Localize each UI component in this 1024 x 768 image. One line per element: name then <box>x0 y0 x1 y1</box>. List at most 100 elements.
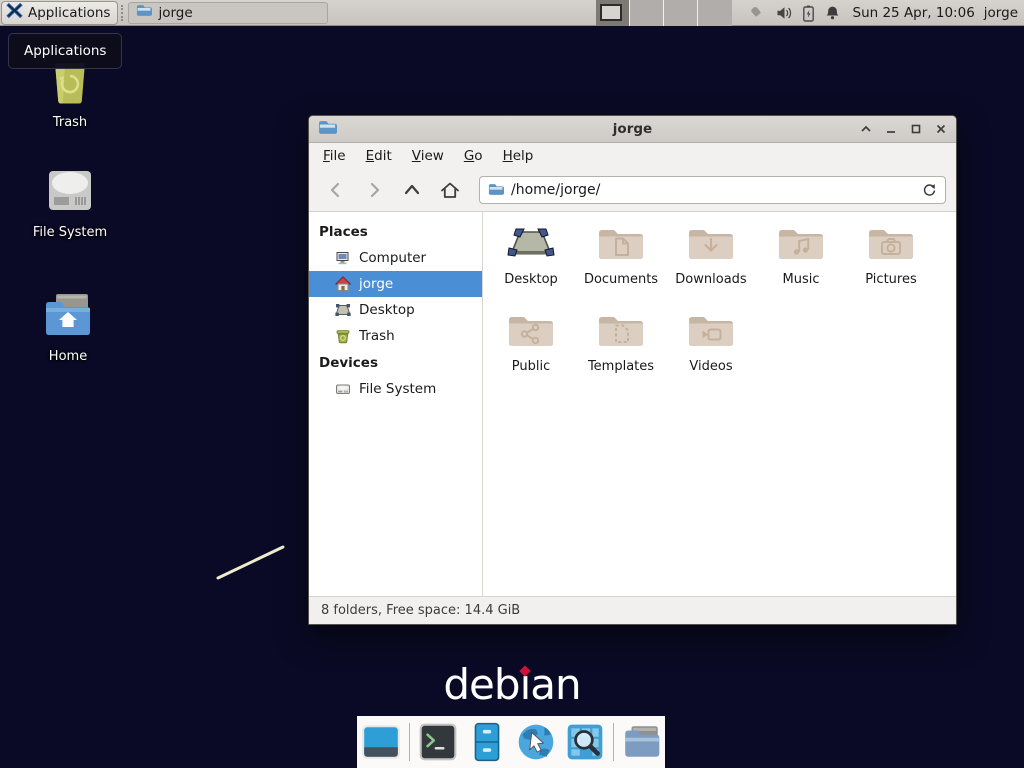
file-item-pictures[interactable]: Pictures <box>850 224 932 287</box>
panel-right-cluster: Sun 25 Apr, 10:06 jorge <box>596 0 1019 26</box>
maximize-button[interactable] <box>910 123 922 135</box>
desktop-icon-label: File System <box>33 225 107 240</box>
directory-menu-button[interactable] <box>621 721 663 763</box>
workspace-switcher[interactable] <box>596 0 732 26</box>
sidebar-item-home-jorge[interactable]: jorge <box>309 271 482 297</box>
file-label: Pictures <box>865 272 916 287</box>
close-button[interactable] <box>935 123 947 135</box>
file-label: Public <box>512 359 550 374</box>
path-text[interactable]: /home/jorge/ <box>511 182 915 198</box>
shade-window-button[interactable] <box>860 123 872 135</box>
workspace-1[interactable] <box>596 0 630 26</box>
minimize-button[interactable] <box>885 123 897 135</box>
sidebar-places-header: Places <box>309 218 482 245</box>
music-folder-icon <box>777 224 825 266</box>
toolbar: /home/jorge/ <box>309 169 956 212</box>
file-item-public[interactable]: Public <box>490 311 572 374</box>
dock-separator <box>409 723 410 761</box>
sidebar-devices-header: Devices <box>309 349 482 376</box>
wallpaper-line-decoration <box>212 540 290 586</box>
system-tray <box>749 5 840 22</box>
workspace-window-thumb <box>600 4 622 21</box>
volume-icon[interactable] <box>776 5 792 21</box>
path-folder-icon <box>488 181 504 200</box>
desktop-icon-filesystem[interactable]: File System <box>22 168 118 240</box>
sidebar-item-label: Computer <box>359 250 426 266</box>
sidebar: Places Computer jorge <box>309 212 483 596</box>
applications-menu-label: Applications <box>28 5 110 21</box>
sidebar-item-computer[interactable]: Computer <box>309 245 482 271</box>
file-manager-launcher[interactable] <box>466 721 508 763</box>
hard-drive-icon <box>45 168 95 218</box>
taskbar-window-label: jorge <box>158 5 192 21</box>
home-icon <box>335 276 351 292</box>
debian-text-post: an <box>530 660 580 709</box>
up-button[interactable] <box>395 175 429 205</box>
debian-letter-i: ı <box>520 660 531 709</box>
trash-mini-icon <box>335 328 351 344</box>
debian-text-pre: deb <box>443 660 519 709</box>
file-item-music[interactable]: Music <box>760 224 842 287</box>
battery-icon[interactable] <box>802 5 815 22</box>
documents-folder-icon <box>597 224 645 266</box>
drive-mini-icon <box>335 381 351 397</box>
path-entry[interactable]: /home/jorge/ <box>479 176 946 204</box>
statusbar: 8 folders, Free space: 14.4 GiB <box>309 596 956 624</box>
computer-icon <box>335 250 351 266</box>
desktop-icon-home[interactable]: Home <box>20 292 116 364</box>
menubar: File Edit View Go Help <box>309 143 956 169</box>
window-titlebar[interactable]: jorge <box>309 116 956 143</box>
downloads-folder-icon <box>687 224 735 266</box>
forward-button[interactable] <box>357 175 391 205</box>
sidebar-item-filesystem[interactable]: File System <box>309 376 482 402</box>
panel-clock[interactable]: Sun 25 Apr, 10:06 <box>853 5 975 21</box>
file-grid: Desktop Documents <box>483 212 956 596</box>
app-finder-launcher[interactable] <box>564 721 606 763</box>
file-label: Desktop <box>504 272 558 287</box>
debian-wordmark: debıan <box>0 660 1024 709</box>
file-item-documents[interactable]: Documents <box>580 224 662 287</box>
desktop-icon-label: Home <box>49 349 87 364</box>
workspace-2[interactable] <box>630 0 664 26</box>
panel-username[interactable]: jorge <box>984 5 1018 21</box>
menu-edit[interactable]: Edit <box>356 144 402 168</box>
file-item-desktop[interactable]: Desktop <box>490 224 572 287</box>
menu-help[interactable]: Help <box>493 144 544 168</box>
applications-menu-button[interactable]: Applications <box>1 1 118 25</box>
applications-tooltip: Applications <box>8 33 122 69</box>
window-title: jorge <box>309 121 956 137</box>
menu-go[interactable]: Go <box>454 144 493 168</box>
window-body: Places Computer jorge <box>309 212 956 596</box>
sidebar-item-trash[interactable]: Trash <box>309 323 482 349</box>
file-label: Templates <box>588 359 654 374</box>
file-label: Music <box>783 272 820 287</box>
web-browser-launcher[interactable] <box>515 721 557 763</box>
back-button[interactable] <box>319 175 353 205</box>
workspace-4[interactable] <box>698 0 732 26</box>
folder-icon <box>136 4 152 21</box>
terminal-launcher[interactable] <box>417 721 459 763</box>
file-item-videos[interactable]: Videos <box>670 311 752 374</box>
desktop-item-icon <box>507 224 555 266</box>
top-panel: Applications jorge <box>0 0 1024 26</box>
sidebar-item-label: Trash <box>359 328 395 344</box>
menu-view[interactable]: View <box>402 144 454 168</box>
notifications-bell-icon[interactable] <box>825 5 840 21</box>
taskbar-window-button[interactable]: jorge <box>128 2 328 24</box>
sidebar-item-desktop[interactable]: Desktop <box>309 297 482 323</box>
sidebar-item-label: jorge <box>359 276 393 292</box>
home-folder-icon <box>42 292 94 342</box>
file-label: Videos <box>689 359 732 374</box>
file-item-templates[interactable]: Templates <box>580 311 662 374</box>
reload-icon[interactable] <box>922 183 937 198</box>
menu-file[interactable]: File <box>313 144 356 168</box>
show-desktop-button[interactable] <box>360 721 402 763</box>
file-item-downloads[interactable]: Downloads <box>670 224 752 287</box>
removable-media-icon[interactable] <box>749 5 766 22</box>
sidebar-item-label: Desktop <box>359 302 415 318</box>
panel-separator-handle <box>121 5 125 21</box>
statusbar-text: 8 folders, Free space: 14.4 GiB <box>321 603 520 618</box>
home-button[interactable] <box>433 175 467 205</box>
workspace-3[interactable] <box>664 0 698 26</box>
desktop: Applications jorge <box>0 0 1024 768</box>
